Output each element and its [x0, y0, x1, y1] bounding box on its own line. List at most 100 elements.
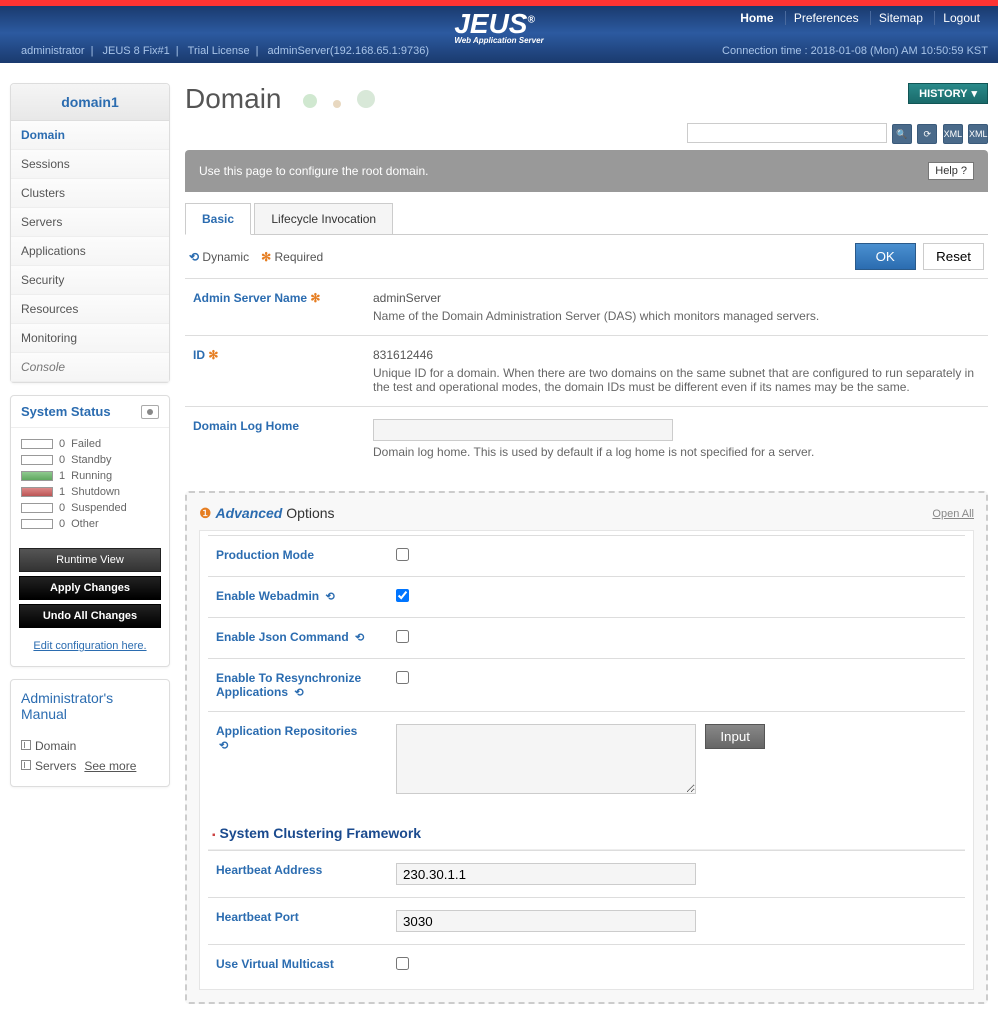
domain-log-home-label: Domain Log Home: [185, 415, 365, 463]
sidebar-item-clusters[interactable]: Clusters: [11, 179, 169, 208]
top-bar: JEUS® Web Application Server Home Prefer…: [0, 0, 998, 63]
status-row-running: 1Running: [21, 468, 159, 484]
dynamic-icon: ⟲: [219, 740, 228, 752]
help-icon: ?: [961, 165, 967, 177]
tabs: Basic Lifecycle Invocation: [185, 202, 988, 235]
bc-server: adminServer(192.168.65.1:9736): [262, 45, 435, 57]
advanced-options: ❶ Advanced Options Open All Production M…: [185, 491, 988, 1004]
input-button[interactable]: Input: [705, 724, 765, 749]
sidebar: domain1 Domain Sessions Clusters Servers…: [10, 83, 170, 1004]
status-row-other: 0Other: [21, 516, 159, 532]
production-mode-label: Production Mode: [208, 544, 388, 568]
sidebar-item-servers[interactable]: Servers: [11, 208, 169, 237]
main-content: Domain HISTORY ▾ 🔍 ⟳ XML XML Use this pa…: [185, 83, 988, 1004]
logo: JEUS® Web Application Server: [454, 8, 543, 45]
required-icon: ✻: [310, 291, 320, 305]
sidebar-item-security[interactable]: Security: [11, 266, 169, 295]
bc-user: administrator: [15, 45, 91, 57]
use-virtual-label: Use Virtual Multicast: [208, 953, 388, 977]
app-repos-textarea[interactable]: [396, 724, 696, 794]
nav-sitemap[interactable]: Sitemap: [870, 11, 931, 25]
domain-log-home-input[interactable]: [373, 419, 673, 441]
heartbeat-addr-input[interactable]: [396, 863, 696, 885]
dynamic-icon: ⟲: [325, 591, 334, 603]
app-repos-label: Application Repositories⟲: [208, 720, 388, 801]
heartbeat-port-input[interactable]: [396, 910, 696, 932]
info-icon: ❶: [199, 505, 212, 521]
admin-server-name-help: Name of the Domain Administration Server…: [373, 309, 980, 323]
required-icon: ✻: [208, 348, 218, 362]
enable-json-label: Enable Json Command ⟲: [208, 626, 388, 650]
clustering-section-title: System Clustering Framework: [208, 817, 965, 850]
logo-text: JEUS: [454, 8, 527, 39]
sidebar-item-resources[interactable]: Resources: [11, 295, 169, 324]
manual-link-servers[interactable]: ServersSee more: [21, 756, 159, 776]
nav-logout[interactable]: Logout: [934, 11, 988, 25]
help-button[interactable]: Help?: [928, 162, 974, 180]
edit-config-link[interactable]: Edit configuration here.: [33, 640, 146, 652]
admin-server-name-value: adminServer: [373, 291, 980, 305]
heartbeat-addr-label: Heartbeat Address: [208, 859, 388, 889]
reset-button[interactable]: Reset: [923, 243, 984, 270]
system-status-title: System Status: [11, 396, 169, 428]
domain-log-home-help: Domain log home. This is used by default…: [373, 445, 980, 459]
required-legend: ✻ Required: [261, 250, 323, 264]
status-row-failed: 0Failed: [21, 436, 159, 452]
apply-changes-button[interactable]: Apply Changes: [19, 576, 161, 600]
history-button[interactable]: HISTORY ▾: [908, 83, 988, 104]
see-more-link[interactable]: See more: [84, 759, 136, 773]
open-all-link[interactable]: Open All: [932, 508, 974, 520]
page-title: Domain: [185, 83, 379, 115]
bc-version: JEUS 8 Fix#1: [97, 45, 176, 57]
search-input[interactable]: [687, 123, 887, 143]
refresh-icon[interactable]: ⟳: [917, 124, 937, 144]
enable-json-checkbox[interactable]: [396, 630, 409, 643]
dynamic-legend: ⟲ Dynamic: [189, 250, 249, 264]
tab-basic[interactable]: Basic: [185, 203, 251, 235]
dynamic-icon: ⟲: [189, 250, 199, 264]
sidebar-item-applications[interactable]: Applications: [11, 237, 169, 266]
id-label: ID ✻: [185, 344, 365, 398]
required-icon: ✻: [261, 250, 271, 264]
sidebar-item-sessions[interactable]: Sessions: [11, 150, 169, 179]
status-list: 0Failed 0Standby 1Running 1Shutdown 0Sus…: [11, 428, 169, 540]
heartbeat-port-label: Heartbeat Port: [208, 906, 388, 936]
status-row-suspended: 0Suspended: [21, 500, 159, 516]
description-text: Use this page to configure the root doma…: [199, 164, 428, 178]
sidebar-item-monitoring[interactable]: Monitoring: [11, 324, 169, 353]
sidebar-item-console[interactable]: Console: [11, 353, 169, 382]
search-icon[interactable]: 🔍: [892, 124, 912, 144]
xml-export-icon[interactable]: XML: [943, 124, 963, 144]
tab-lifecycle[interactable]: Lifecycle Invocation: [254, 203, 393, 234]
production-mode-checkbox[interactable]: [396, 548, 409, 561]
status-row-shutdown: 1Shutdown: [21, 484, 159, 500]
book-icon: [21, 740, 31, 750]
xml-import-icon[interactable]: XML: [968, 124, 988, 144]
nav-preferences[interactable]: Preferences: [785, 11, 867, 25]
sidebar-item-domain[interactable]: Domain: [11, 121, 169, 150]
status-row-standby: 0Standby: [21, 452, 159, 468]
breadcrumb: administrator| JEUS 8 Fix#1| Trial Licen…: [15, 45, 435, 57]
sys-status-label: System Status: [21, 404, 111, 419]
ok-button[interactable]: OK: [855, 243, 916, 270]
top-nav: Home Preferences Sitemap Logout: [732, 11, 988, 25]
use-virtual-checkbox[interactable]: [396, 957, 409, 970]
enable-webadmin-checkbox[interactable]: [396, 589, 409, 602]
id-help: Unique ID for a domain. When there are t…: [373, 366, 980, 394]
advanced-title: ❶ Advanced Options: [199, 505, 335, 522]
enable-webadmin-label: Enable Webadmin ⟲: [208, 585, 388, 609]
status-refresh-icon[interactable]: [141, 405, 159, 419]
manual-link-domain[interactable]: Domain: [21, 736, 159, 756]
runtime-view-button[interactable]: Runtime View: [19, 548, 161, 572]
enable-resync-checkbox[interactable]: [396, 671, 409, 684]
admin-server-name-label: Admin Server Name ✻: [185, 287, 365, 327]
undo-changes-button[interactable]: Undo All Changes: [19, 604, 161, 628]
decorative-bubbles: [299, 83, 379, 115]
bc-license: Trial License: [182, 45, 256, 57]
dynamic-icon: ⟲: [355, 632, 364, 644]
nav-home[interactable]: Home: [732, 11, 781, 25]
logo-subtitle: Web Application Server: [454, 36, 543, 45]
domain-name[interactable]: domain1: [11, 84, 169, 121]
book-icon: [21, 760, 31, 770]
id-value: 831612446: [373, 348, 980, 362]
